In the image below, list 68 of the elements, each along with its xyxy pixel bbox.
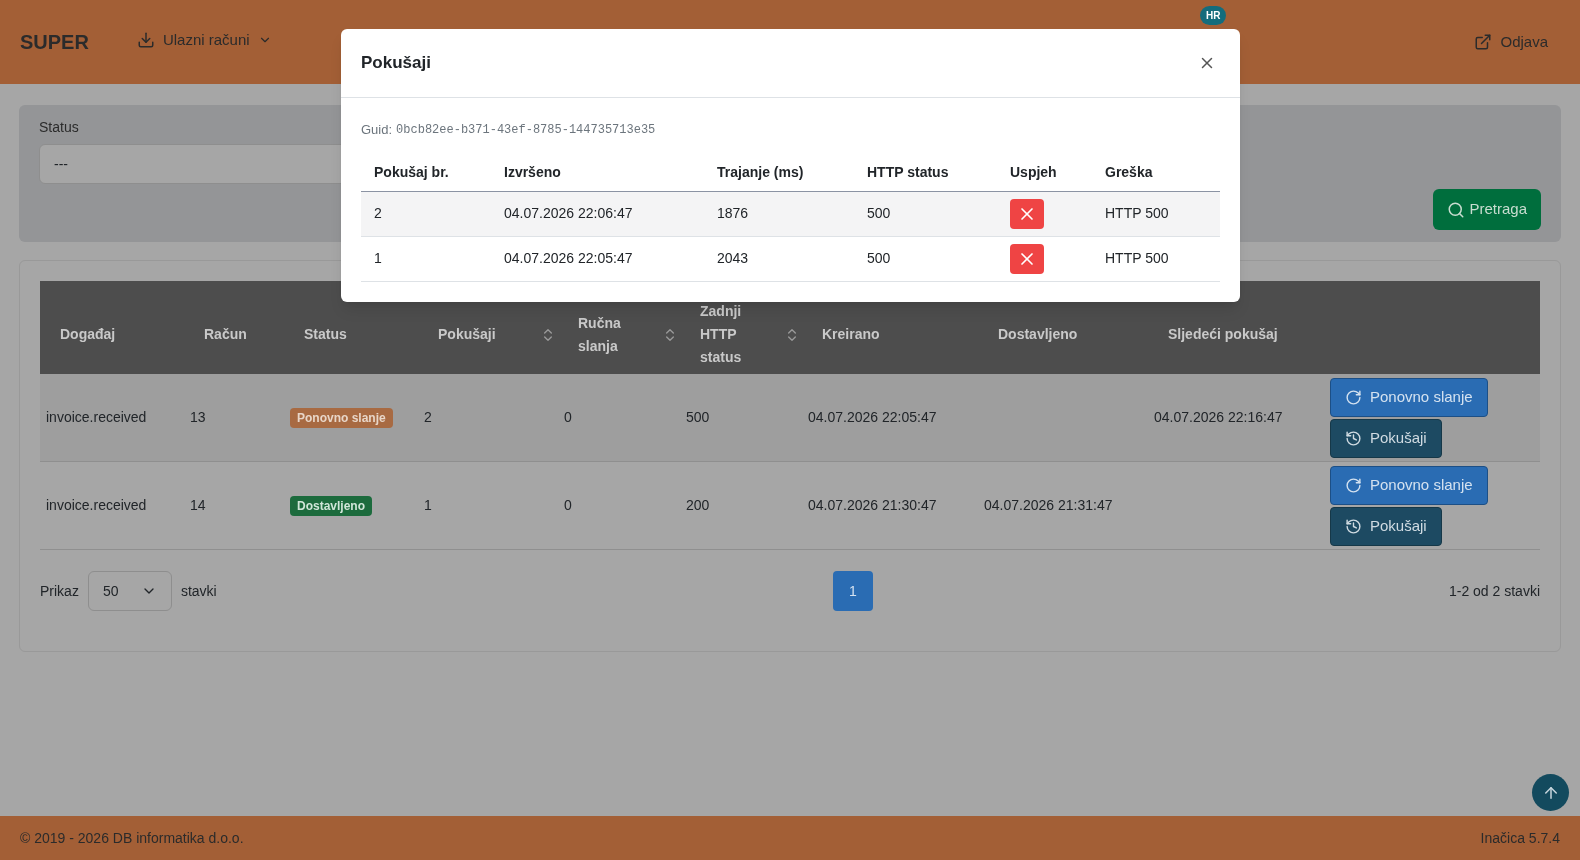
- column-header: Status: [304, 325, 347, 344]
- table-cell: invoice.received: [46, 409, 147, 425]
- resend-button[interactable]: Ponovno slanje: [1330, 377, 1488, 417]
- page-size-suffix: stavki: [180, 581, 217, 601]
- status-badge: Dostavljeno: [290, 496, 372, 516]
- download-icon: [136, 31, 155, 49]
- table-cell: 04.07.2026 22:05:47: [504, 250, 633, 266]
- scroll-top-button[interactable]: [1532, 774, 1569, 811]
- language-badge[interactable]: HR: [1200, 6, 1227, 25]
- table-cell: 1876: [717, 205, 749, 221]
- table-cell: 0: [564, 497, 572, 513]
- column-header: Sljedeći pokušaj: [1168, 325, 1278, 344]
- table-cell: 04.07.2026 21:30:47: [808, 497, 937, 513]
- history-icon: [1345, 429, 1362, 447]
- brand-logo[interactable]: SUPER: [20, 27, 89, 57]
- guid-label: Guid:: [361, 121, 393, 139]
- column-header: Trajanje (ms): [717, 163, 804, 180]
- column-header[interactable]: Ručna slanja: [578, 311, 621, 358]
- table-cell: 1: [424, 497, 432, 513]
- column-header: Događaj: [60, 325, 116, 344]
- table-cell: 1: [374, 250, 382, 266]
- table-cell: 200: [686, 497, 710, 513]
- page-button[interactable]: 1: [832, 571, 873, 611]
- table-cell: 04.07.2026 22:05:47: [808, 409, 937, 425]
- search-button[interactable]: Pretraga: [1433, 189, 1541, 230]
- column-header[interactable]: Zadnji HTTP status: [700, 300, 742, 369]
- column-header: Račun: [204, 325, 247, 344]
- table-cell: 2043: [717, 250, 749, 266]
- page-size-label: Prikaz: [40, 581, 79, 601]
- pagination-summary: 1-2 od 2 stavki: [1448, 581, 1540, 601]
- page-size-select[interactable]: 50: [87, 571, 172, 611]
- column-header: Izvršeno: [504, 163, 561, 180]
- column-header: Kreirano: [822, 325, 880, 344]
- table-cell: 500: [686, 409, 710, 425]
- version-text: Inačica 5.7.4: [1480, 828, 1560, 848]
- refresh-icon: [1345, 388, 1362, 406]
- table-cell: 500: [867, 205, 891, 221]
- column-header[interactable]: Pokušaji: [438, 323, 496, 346]
- table-cell: 04.07.2026 22:06:47: [504, 205, 633, 221]
- nav-menu-item[interactable]: Ulazni računi: [136, 28, 272, 52]
- table-cell: invoice.received: [46, 497, 147, 513]
- table-cell: 2: [424, 409, 432, 425]
- dialog-title: Pokušaji: [361, 52, 431, 75]
- column-header: Dostavljeno: [998, 325, 1078, 344]
- table-cell: 0: [564, 409, 572, 425]
- field-label: Status: [39, 118, 79, 137]
- column-header: Greška: [1105, 163, 1153, 180]
- table-cell: 04.07.2026 22:16:47: [1154, 409, 1283, 425]
- table-cell: 13: [190, 409, 206, 425]
- table-cell: 04.07.2026 21:31:47: [984, 497, 1113, 513]
- logout-icon: [1474, 33, 1493, 51]
- table-cell: HTTP 500: [1105, 250, 1169, 266]
- table-cell: 2: [374, 205, 382, 221]
- refresh-icon: [1345, 476, 1362, 494]
- guid-value: 0bcb82ee-b371-43ef-8785-144735713e35: [396, 121, 656, 139]
- attempts-button[interactable]: Pokušaji: [1330, 418, 1442, 458]
- resend-button[interactable]: Ponovno slanje: [1330, 465, 1488, 505]
- column-header: HTTP status: [867, 163, 949, 180]
- logout-link[interactable]: Odjava: [1474, 30, 1548, 54]
- table-cell: 500: [867, 250, 891, 266]
- search-icon: [1447, 200, 1466, 219]
- status-badge: Ponovno slanje: [290, 408, 393, 428]
- table-cell: HTTP 500: [1105, 205, 1169, 221]
- history-icon: [1345, 517, 1362, 535]
- column-header: Uspjeh: [1010, 163, 1057, 180]
- copyright-text: © 2019 - 2026 DB informatika d.o.o.: [20, 828, 244, 848]
- attempts-button[interactable]: Pokušaji: [1330, 506, 1442, 546]
- table-cell: 14: [190, 497, 206, 513]
